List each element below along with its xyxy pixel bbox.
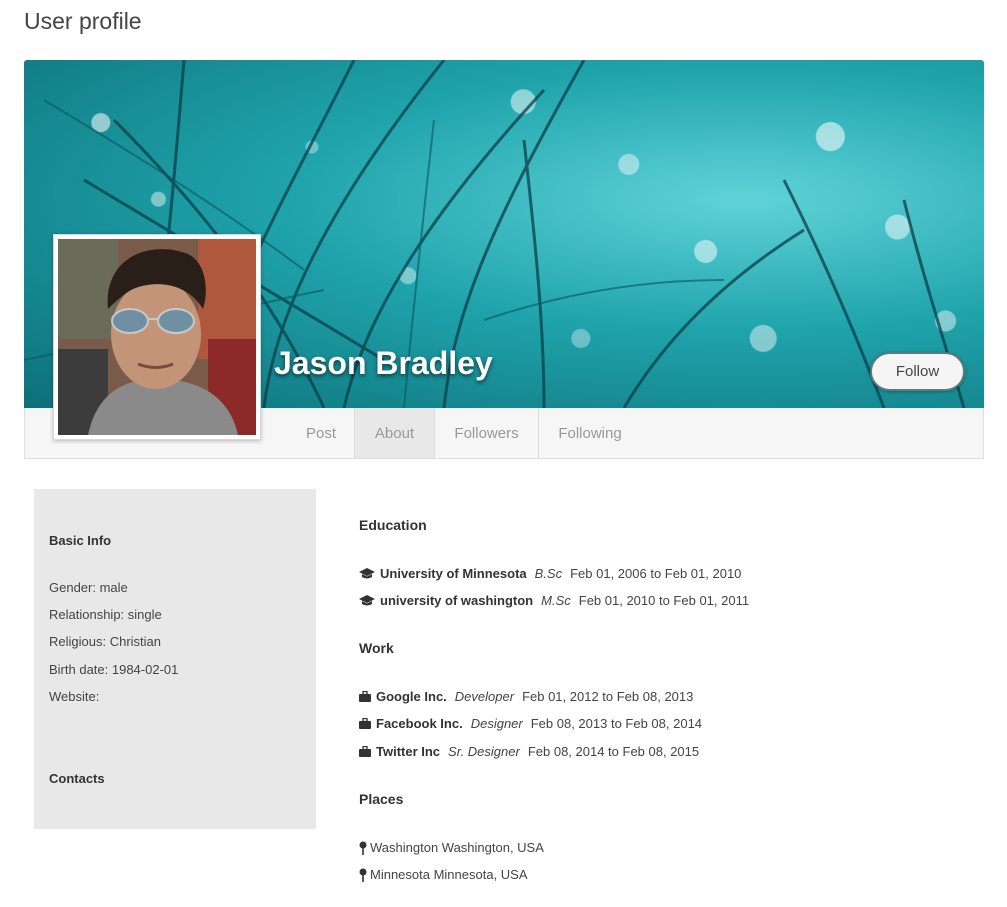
work-item: Facebook Inc. Designer Feb 08, 2013 to F… xyxy=(359,716,702,731)
company-name[interactable]: Twitter Inc xyxy=(376,744,440,759)
place-item: Minnesota Minnesota, USA xyxy=(359,867,528,882)
work-heading: Work xyxy=(359,640,394,656)
map-pin-icon xyxy=(359,868,367,882)
graduation-cap-icon xyxy=(359,594,375,607)
date-range: Feb 01, 2012 to Feb 08, 2013 xyxy=(522,689,694,704)
tab-post[interactable]: Post xyxy=(287,408,355,458)
role-label: Designer xyxy=(470,716,523,731)
briefcase-icon xyxy=(359,746,371,757)
place-label[interactable]: Minnesota Minnesota, USA xyxy=(370,867,528,882)
briefcase-icon xyxy=(359,691,371,702)
basic-info-panel: Basic Info Gender: male Relationship: si… xyxy=(34,489,316,829)
basic-info-heading: Basic Info xyxy=(49,533,112,548)
date-range: Feb 01, 2010 to Feb 01, 2011 xyxy=(578,593,750,608)
place-item: Washington Washington, USA xyxy=(359,840,544,855)
education-item: University of Minnesota B.Sc Feb 01, 200… xyxy=(359,566,741,581)
places-heading: Places xyxy=(359,791,404,807)
avatar-photo xyxy=(58,239,256,435)
relationship-info: Relationship: single xyxy=(49,607,162,622)
tab-followers[interactable]: Followers xyxy=(435,408,538,458)
religious-info: Religious: Christian xyxy=(49,634,161,649)
website-info: Website: xyxy=(49,689,100,704)
page-title: User profile xyxy=(24,8,142,34)
role-label: Developer xyxy=(454,689,515,704)
date-range: Feb 01, 2006 to Feb 01, 2010 xyxy=(570,566,742,581)
map-pin-icon xyxy=(359,841,367,855)
education-item: university of washington M.Sc Feb 01, 20… xyxy=(359,593,749,608)
school-name[interactable]: University of Minnesota xyxy=(380,566,527,581)
avatar[interactable] xyxy=(53,234,261,440)
work-item: Twitter Inc Sr. Designer Feb 08, 2014 to… xyxy=(359,744,699,759)
school-name[interactable]: university of washington xyxy=(380,593,533,608)
date-range: Feb 08, 2013 to Feb 08, 2014 xyxy=(530,716,703,731)
work-item: Google Inc. Developer Feb 01, 2012 to Fe… xyxy=(359,689,693,704)
degree-label: M.Sc xyxy=(541,593,571,608)
profile-name: Jason Bradley xyxy=(274,345,493,381)
briefcase-icon xyxy=(359,718,371,729)
tab-about[interactable]: About xyxy=(355,408,434,458)
place-label[interactable]: Washington Washington, USA xyxy=(370,840,544,855)
gender-info: Gender: male xyxy=(49,580,128,595)
tab-following[interactable]: Following xyxy=(539,408,641,458)
date-range: Feb 08, 2014 to Feb 08, 2015 xyxy=(527,744,700,759)
contacts-heading: Contacts xyxy=(49,771,105,786)
role-label: Sr. Designer xyxy=(448,744,520,759)
company-name[interactable]: Google Inc. xyxy=(376,689,447,704)
company-name[interactable]: Facebook Inc. xyxy=(376,716,463,731)
graduation-cap-icon xyxy=(359,567,375,580)
education-heading: Education xyxy=(359,517,427,533)
birth-date-info: Birth date: 1984-02-01 xyxy=(49,662,179,677)
degree-label: B.Sc xyxy=(534,566,563,581)
follow-button[interactable]: Follow xyxy=(870,352,965,391)
